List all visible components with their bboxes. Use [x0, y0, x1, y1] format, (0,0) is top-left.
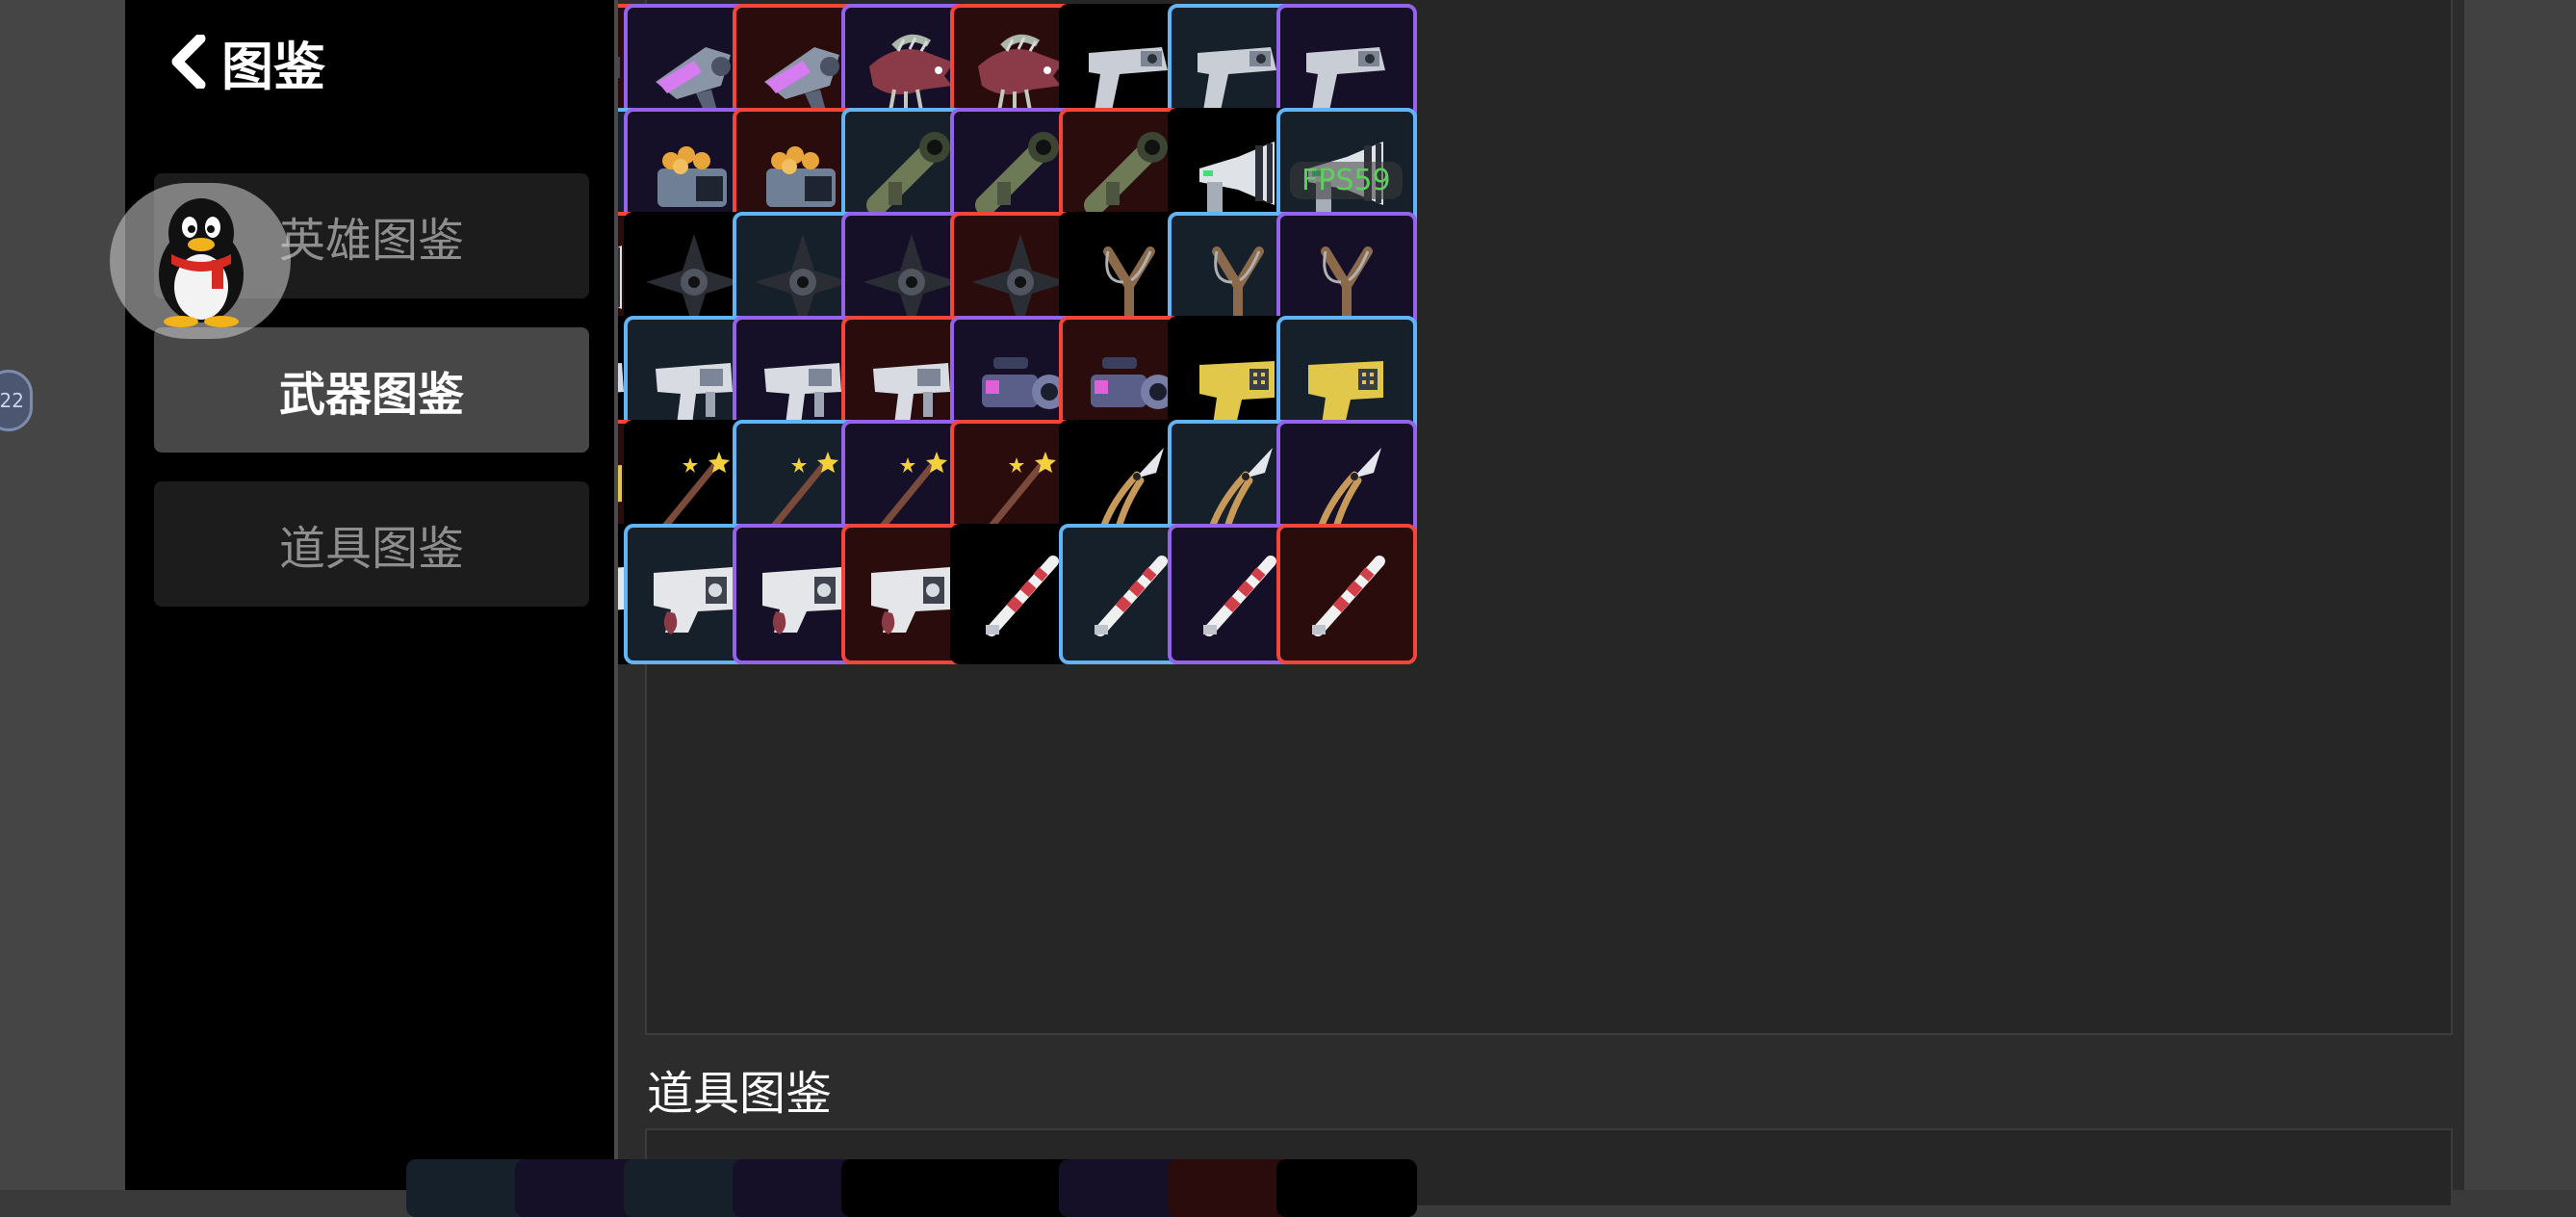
item-tile[interactable] — [1276, 1159, 1417, 1217]
sidebar-item-label: 武器图鉴 — [278, 368, 464, 422]
page-title: 图鉴 — [221, 36, 325, 97]
penguin-icon — [159, 198, 244, 327]
weapon-tile[interactable] — [1276, 524, 1417, 664]
fps-counter: FPS59 — [1290, 162, 1403, 199]
sidebar-item-items[interactable]: 道具图鉴 — [154, 481, 589, 607]
left-backdrop — [0, 0, 125, 1190]
section-title-items: 道具图鉴 — [647, 1067, 833, 1121]
sidebar-item-label: 道具图鉴 — [278, 522, 464, 576]
drill-lance-icon — [1312, 556, 1385, 636]
main-content — [618, 0, 2464, 1190]
qq-floating-button[interactable] — [110, 183, 291, 339]
sidebar-item-weapons[interactable]: 武器图鉴 — [154, 327, 589, 453]
sidebar-item-label: 英雄图鉴 — [278, 214, 464, 268]
edge-badge-label: 22 — [0, 389, 24, 412]
back-button[interactable]: 图鉴 — [166, 27, 325, 97]
right-backdrop — [2464, 0, 2576, 1190]
chevron-left-icon — [171, 35, 206, 89]
